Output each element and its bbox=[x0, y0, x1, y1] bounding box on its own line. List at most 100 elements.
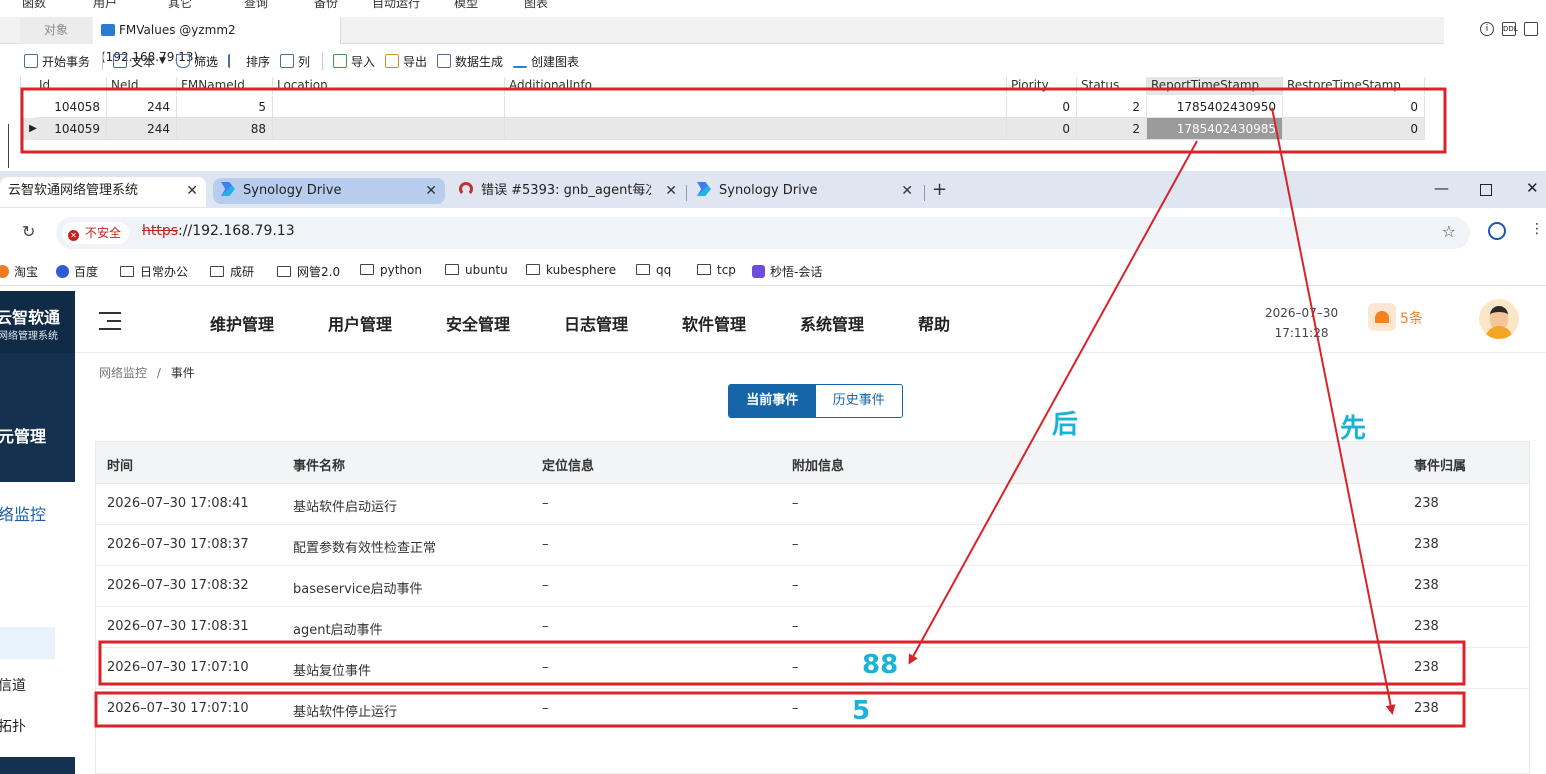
cell-status[interactable]: 2 bbox=[1077, 118, 1147, 140]
nav-system[interactable]: 系统管理 bbox=[800, 311, 864, 335]
import-button[interactable]: 导入 bbox=[329, 50, 379, 72]
browser-tab-synology[interactable]: Synology Drive ✕ bbox=[213, 178, 445, 204]
cell-location[interactable] bbox=[273, 118, 505, 140]
tab-current-events[interactable]: 当前事件 bbox=[729, 385, 816, 417]
sidebar-item-topology[interactable]: 拓扑 bbox=[0, 716, 26, 736]
table-row[interactable]: 2026–07–30 17:08:32 baseservice启动事件 – – 238 bbox=[96, 565, 1529, 606]
cell-fmnameid[interactable]: 88 bbox=[177, 118, 273, 140]
menu-autorun[interactable]: 自动运行 bbox=[372, 0, 420, 11]
cell-status[interactable]: 2 bbox=[1077, 96, 1147, 118]
close-icon[interactable]: ✕ bbox=[665, 177, 677, 205]
info-icon[interactable]: i bbox=[1480, 22, 1494, 36]
close-icon[interactable]: ✕ bbox=[901, 177, 913, 205]
menu-chart[interactable]: 图表 bbox=[524, 0, 548, 11]
bookmark-folder[interactable]: 网管2.0 bbox=[277, 263, 340, 280]
column-header-reporttimestamp[interactable]: ReportTimeStamp bbox=[1147, 77, 1283, 95]
cell-restoretimestamp[interactable]: 0 bbox=[1283, 96, 1425, 118]
column-header-location[interactable]: Location bbox=[273, 77, 505, 95]
new-tab-plus-icon[interactable]: + bbox=[932, 179, 947, 200]
bookmark-star-icon[interactable]: ☆ bbox=[1442, 222, 1456, 241]
column-header-fmnameid[interactable]: FMNameId bbox=[177, 77, 273, 95]
cell-piority[interactable]: 0 bbox=[1007, 118, 1077, 140]
reload-icon[interactable]: ↻ bbox=[22, 222, 35, 241]
columns-button[interactable]: 列 bbox=[276, 50, 314, 72]
bookmark-taobao[interactable]: 淘宝 bbox=[0, 263, 38, 280]
cell-reporttimestamp[interactable]: 1785402430950 bbox=[1147, 96, 1283, 118]
table-row[interactable]: 2026–07–30 17:07:10 基站软件停止运行 – – 238 bbox=[96, 688, 1529, 729]
column-header-id[interactable]: Id bbox=[35, 77, 107, 95]
column-header-restoretimestamp[interactable]: RestoreTimeStamp bbox=[1283, 77, 1425, 95]
table-row[interactable]: 2026–07–30 17:08:37 配置参数有效性检查正常 – – 238 bbox=[96, 524, 1529, 565]
cell-location[interactable] bbox=[273, 96, 505, 118]
cell-neid[interactable]: 244 bbox=[107, 96, 177, 118]
maximize-icon[interactable] bbox=[1480, 184, 1492, 196]
tab-objects[interactable]: 对象 bbox=[20, 17, 92, 44]
browser-tab-nms[interactable]: 云智软通网络管理系统 ✕ bbox=[0, 177, 206, 207]
minimize-icon[interactable]: — bbox=[1434, 179, 1449, 197]
menu-collapse-icon[interactable] bbox=[99, 312, 121, 330]
sidebar-item-channel[interactable]: 信道 bbox=[0, 675, 26, 695]
bookmark-folder[interactable]: 日常办公 bbox=[120, 263, 188, 280]
bookmark-baidu[interactable]: 百度 bbox=[56, 263, 98, 280]
cell-neid[interactable]: 244 bbox=[107, 118, 177, 140]
close-icon[interactable]: ✕ bbox=[425, 178, 437, 204]
bookmark-folder[interactable]: 成研 bbox=[210, 263, 254, 280]
menu-users[interactable]: 用户 bbox=[93, 0, 117, 11]
sidebar-selected-item[interactable] bbox=[0, 627, 55, 659]
table-row[interactable]: 2026–07–30 17:08:41 基站软件启动运行 – – 238 bbox=[96, 483, 1529, 524]
ddl-icon[interactable]: DDL bbox=[1502, 22, 1518, 36]
text-button[interactable]: 文本 ▼ bbox=[109, 50, 170, 72]
tab-history-events[interactable]: 历史事件 bbox=[815, 385, 902, 417]
nav-software[interactable]: 软件管理 bbox=[682, 311, 746, 335]
cell-additionalinfo[interactable] bbox=[505, 118, 1007, 140]
nav-logs[interactable]: 日志管理 bbox=[564, 311, 628, 335]
table-row[interactable]: ▶ 104059 244 88 0 2 1785402430985 0 bbox=[21, 118, 1425, 140]
menu-query[interactable]: 查询 bbox=[244, 0, 268, 11]
tab-fmvalues[interactable]: FMValues @yzmm2 (192.168.79.13) -... bbox=[93, 17, 341, 64]
sidebar-item-element-management[interactable]: 元管理 bbox=[0, 423, 46, 447]
bookmark-folder[interactable]: qq bbox=[636, 263, 671, 277]
bookmark-miaowu[interactable]: 秒悟-会话 bbox=[752, 263, 822, 280]
cell-id[interactable]: 104059 bbox=[35, 118, 107, 140]
menu-other[interactable]: 其它 bbox=[168, 0, 192, 11]
panel-icon[interactable] bbox=[1524, 22, 1538, 36]
url-text[interactable]: https://192.168.79.13 bbox=[142, 223, 295, 239]
browser-tab-bug[interactable]: 错误 #5393: gnb_agent每次re ✕ bbox=[451, 177, 685, 207]
cell-piority[interactable]: 0 bbox=[1007, 96, 1077, 118]
menu-model[interactable]: 模型 bbox=[454, 0, 478, 11]
column-header-piority[interactable]: Piority bbox=[1007, 77, 1077, 95]
data-generation-button[interactable]: 数据生成 bbox=[433, 50, 507, 72]
omnibox[interactable]: ✕ 不安全 https://192.168.79.13 ☆ bbox=[56, 217, 1470, 249]
menu-backup[interactable]: 备份 bbox=[314, 0, 338, 11]
profile-icon[interactable] bbox=[1488, 222, 1506, 240]
sidebar-item-network-monitor[interactable]: 络监控 bbox=[0, 501, 46, 525]
more-menu-icon[interactable]: ⋮ bbox=[1530, 221, 1544, 237]
security-badge[interactable]: ✕ 不安全 bbox=[62, 222, 130, 244]
column-header-status[interactable]: Status bbox=[1077, 77, 1147, 95]
alarm-indicator[interactable]: 5条 bbox=[1368, 303, 1430, 333]
menu-functions[interactable]: 函数 bbox=[22, 0, 46, 11]
create-chart-button[interactable]: 创建图表 bbox=[509, 50, 583, 72]
nav-users[interactable]: 用户管理 bbox=[328, 311, 392, 335]
table-row[interactable]: 2026–07–30 17:08:31 agent启动事件 – – 238 bbox=[96, 606, 1529, 647]
sort-button[interactable]: 排序 bbox=[224, 50, 274, 72]
table-row[interactable]: 104058 244 5 0 2 1785402430950 0 bbox=[21, 96, 1425, 118]
export-button[interactable]: 导出 bbox=[381, 50, 431, 72]
avatar[interactable] bbox=[1479, 299, 1519, 339]
column-header-additionalinfo[interactable]: AdditionalInfo bbox=[505, 77, 1007, 95]
cell-id[interactable]: 104058 bbox=[35, 96, 107, 118]
nav-help[interactable]: 帮助 bbox=[918, 311, 950, 335]
table-row[interactable]: 2026–07–30 17:07:10 基站复位事件 – – 238 bbox=[96, 647, 1529, 688]
bookmark-folder[interactable]: python bbox=[360, 263, 422, 277]
window-close-icon[interactable]: ✕ bbox=[1526, 179, 1539, 197]
cell-reporttimestamp[interactable]: 1785402430985 bbox=[1147, 118, 1283, 140]
bookmark-folder[interactable]: tcp bbox=[697, 263, 736, 277]
close-icon[interactable]: ✕ bbox=[186, 177, 198, 205]
column-header-neid[interactable]: NeId bbox=[107, 77, 177, 95]
breadcrumb-parent[interactable]: 网络监控 bbox=[99, 366, 147, 380]
browser-tab-synology-2[interactable]: Synology Drive ✕ bbox=[689, 177, 921, 207]
bookmark-folder[interactable]: ubuntu bbox=[445, 263, 508, 277]
bookmark-folder[interactable]: kubesphere bbox=[526, 263, 616, 277]
filter-button[interactable]: 筛选 bbox=[172, 50, 222, 72]
cell-fmnameid[interactable]: 5 bbox=[177, 96, 273, 118]
